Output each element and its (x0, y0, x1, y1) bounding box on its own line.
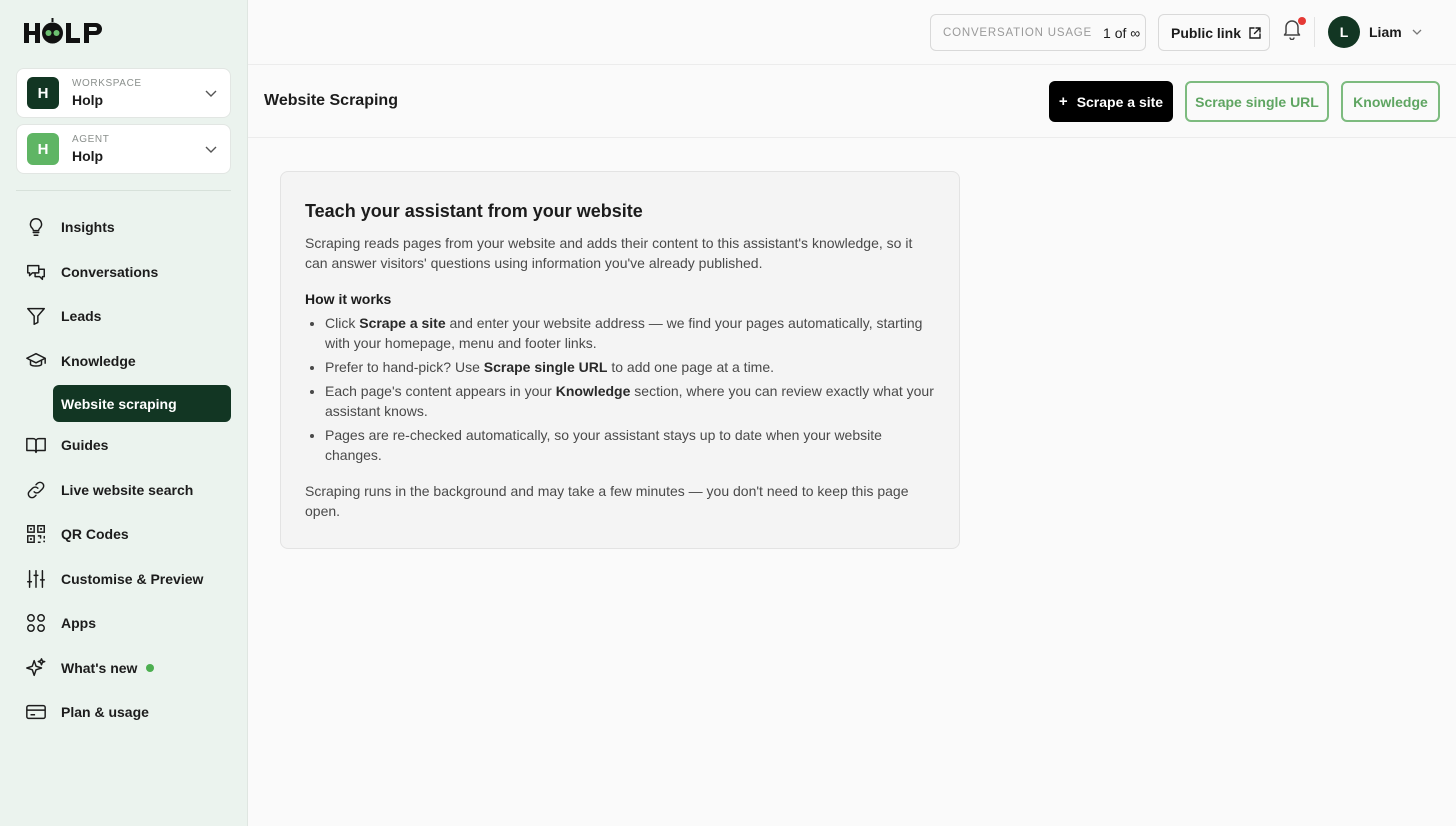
sidebar-item-plan-usage[interactable]: Plan & usage (24, 699, 149, 725)
public-link-button[interactable]: Public link (1158, 14, 1270, 51)
chevron-down-icon (204, 142, 218, 161)
usage-caption: CONVERSATION USAGE (943, 26, 1093, 39)
sidebar-item-label: Leads (61, 308, 102, 324)
user-avatar: L (1328, 16, 1360, 48)
topbar: CONVERSATION USAGE 1 of ∞ Public link L … (248, 0, 1456, 65)
scrape-a-site-label: Scrape a site (1076, 93, 1164, 110)
workspace-caption: WORKSPACE (72, 78, 142, 89)
usage-value: 1 of ∞ (1103, 24, 1141, 41)
sidebar: H WORKSPACE Holp H AGENT Holp Insights C… (0, 0, 248, 826)
new-indicator-dot (146, 664, 155, 672)
notification-dot (1298, 17, 1306, 25)
page-header: Website Scraping + Scrape a site Scrape … (248, 65, 1456, 138)
holp-logo[interactable] (24, 18, 106, 46)
sidebar-item-apps[interactable]: Apps (24, 610, 96, 636)
sidebar-item-label: Guides (61, 437, 109, 453)
page-title: Website Scraping (264, 92, 398, 109)
sidebar-item-label: What's new (61, 660, 138, 676)
conversation-usage-indicator: CONVERSATION USAGE 1 of ∞ (930, 14, 1146, 51)
agent-name: Holp (72, 148, 104, 164)
sidebar-item-knowledge[interactable]: Knowledge (24, 348, 136, 374)
sidebar-subitem-website-scraping[interactable]: Website scraping (53, 385, 231, 422)
sidebar-item-whats-new[interactable]: What's new (24, 655, 155, 681)
sidebar-item-label: Apps (61, 615, 96, 631)
card-outro: Scraping runs in the background and may … (305, 483, 909, 519)
sidebar-item-label: Live website search (61, 482, 194, 498)
funnel-icon (24, 304, 48, 328)
holp-logo-icon (24, 18, 102, 44)
lightbulb-icon (24, 215, 48, 239)
agent-avatar: H (27, 133, 59, 165)
sparkles-icon (24, 656, 48, 680)
agent-caption: AGENT (72, 134, 110, 145)
sidebar-item-conversations[interactable]: Conversations (24, 259, 158, 285)
card-title: Teach your assistant from your website (305, 201, 643, 221)
card-intro: Scraping reads pages from your website a… (305, 235, 913, 271)
info-card: Teach your assistant from your website S… (280, 171, 960, 549)
scrape-a-site-button[interactable]: + Scrape a site (1049, 81, 1173, 122)
list-item: Prefer to hand-pick? Use Scrape single U… (325, 357, 935, 377)
sidebar-item-customise-preview[interactable]: Customise & Preview (24, 566, 203, 592)
sidebar-item-label: Customise & Preview (61, 571, 204, 587)
credit-card-icon (24, 700, 48, 724)
chevron-down-icon (1411, 26, 1423, 38)
qr-code-icon (24, 522, 48, 546)
agent-selector[interactable]: H AGENT Holp (16, 124, 231, 174)
knowledge-button[interactable]: Knowledge (1341, 81, 1440, 122)
sidebar-item-leads[interactable]: Leads (24, 303, 101, 329)
sidebar-item-qr-codes[interactable]: QR Codes (24, 521, 129, 547)
sliders-icon (24, 567, 48, 591)
sidebar-item-insights[interactable]: Insights (24, 214, 115, 240)
external-link-icon (1248, 26, 1262, 40)
list-item: Each page's content appears in your Know… (325, 381, 935, 421)
notifications-button[interactable] (1282, 17, 1306, 44)
sidebar-item-label: Conversations (61, 264, 159, 280)
sidebar-item-live-website-search[interactable]: Live website search (24, 477, 193, 503)
apps-grid-icon (24, 611, 48, 635)
sidebar-item-guides[interactable]: Guides (24, 432, 108, 458)
plus-icon: + (1058, 93, 1068, 110)
link-icon (24, 478, 48, 502)
chat-bubbles-icon (24, 260, 48, 284)
graduation-cap-icon (24, 349, 48, 373)
scrape-single-url-button[interactable]: Scrape single URL (1185, 81, 1329, 122)
chevron-down-icon (204, 86, 218, 105)
workspace-name: Holp (72, 92, 104, 108)
how-it-works-list: Click Scrape a site and enter your websi… (305, 313, 935, 465)
workspace-avatar: H (27, 77, 59, 109)
bell-icon (1282, 20, 1302, 44)
sidebar-item-label: Knowledge (61, 353, 136, 369)
workspace-selector[interactable]: H WORKSPACE Holp (16, 68, 231, 118)
user-menu[interactable]: L Liam (1328, 16, 1423, 48)
book-icon (24, 433, 48, 457)
sidebar-item-label: Insights (61, 219, 115, 235)
list-item: Click Scrape a site and enter your websi… (325, 313, 935, 353)
public-link-label: Public link (1171, 24, 1242, 41)
sidebar-item-label: Plan & usage (61, 704, 149, 720)
sidebar-item-label: QR Codes (61, 526, 129, 542)
topbar-divider (1314, 17, 1315, 47)
how-it-works-heading: How it works (305, 291, 392, 307)
list-item: Pages are re-checked automatically, so y… (325, 425, 935, 465)
sidebar-divider (16, 190, 231, 191)
user-name: Liam (1369, 24, 1402, 40)
